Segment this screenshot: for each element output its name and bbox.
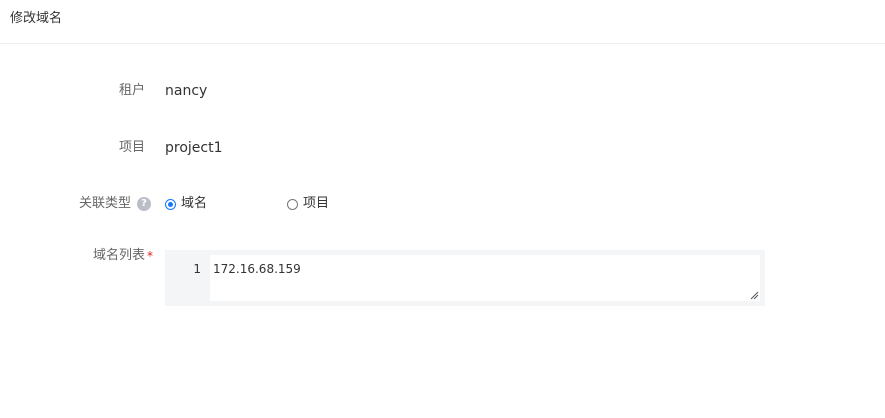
tenant-label: 租户 <box>118 83 145 98</box>
resize-handle-icon[interactable] <box>750 291 759 300</box>
domain-list-editor: 1 172.16.68.159 <box>165 250 765 306</box>
radio-option-domain-label: 域名 <box>181 196 208 211</box>
association-type-label-group: 关联类型 ? <box>79 195 151 213</box>
radio-unchecked-icon[interactable] <box>287 198 299 210</box>
domain-list-textarea[interactable]: 172.16.68.159 <box>210 255 760 301</box>
radio-checked-icon[interactable] <box>165 198 176 210</box>
project-label: 项目 <box>118 140 145 155</box>
radio-option-project-label: 项目 <box>303 196 330 211</box>
line-number: 1 <box>193 262 201 276</box>
domain-list-label-group: 域名列表 * <box>93 247 153 265</box>
tenant-value: nancy <box>165 83 208 99</box>
domain-list-label: 域名列表 <box>92 248 145 263</box>
line-number-gutter: 1 <box>165 250 209 306</box>
question-circle-icon[interactable]: ? <box>137 197 151 211</box>
association-type-radio-group: 域名 项目 <box>165 195 329 213</box>
edit-domain-form: 租户 nancy 项目 project1 关联类型 ? 域名 项目 域名列表 * <box>0 44 885 417</box>
radio-option-project[interactable]: 项目 <box>287 195 329 213</box>
required-indicator: * <box>147 249 153 263</box>
page-title: 修改域名 <box>10 11 63 26</box>
project-value: project1 <box>165 140 223 156</box>
radio-option-domain[interactable]: 域名 <box>165 195 207 213</box>
dialog-header: 修改域名 <box>0 0 885 44</box>
domain-list-line[interactable]: 172.16.68.159 <box>213 261 301 277</box>
association-type-label: 关联类型 <box>78 196 131 211</box>
